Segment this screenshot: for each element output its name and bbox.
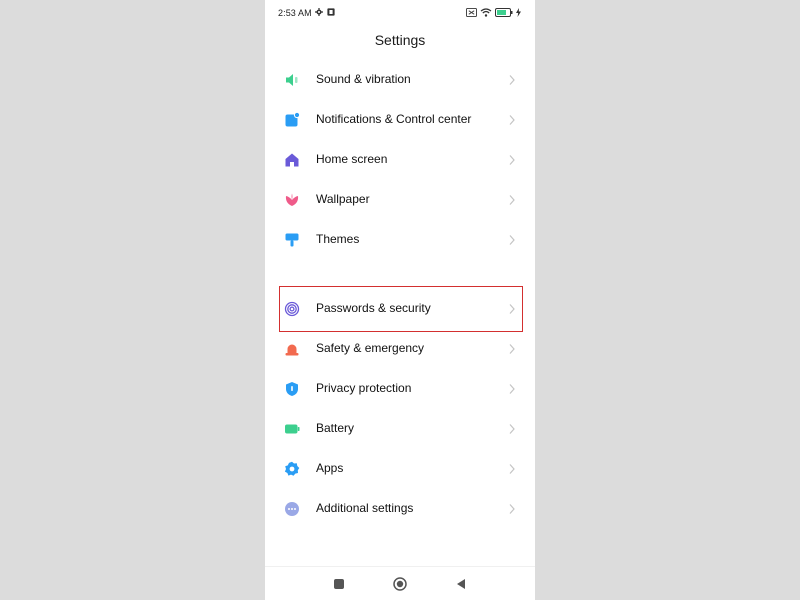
settings-item-label: Apps	[316, 461, 344, 475]
settings-item-themes[interactable]: Themes	[265, 220, 535, 260]
settings-item-privacy-protection[interactable]: Privacy protection	[265, 369, 535, 409]
back-triangle-icon[interactable]	[454, 577, 468, 591]
notification-icon	[285, 112, 300, 127]
fingerprint-icon	[284, 301, 300, 317]
battery-icon	[285, 424, 300, 434]
themes-brush-icon	[285, 233, 299, 247]
settings-item-home-screen[interactable]: Home screen	[265, 140, 535, 180]
battery-icon	[495, 8, 513, 17]
charging-icon	[516, 8, 521, 17]
home-icon	[285, 153, 299, 167]
siren-icon	[285, 344, 299, 356]
settings-item-label: Additional settings	[316, 501, 414, 515]
settings-item-battery[interactable]: Battery	[265, 409, 535, 449]
page-title: Settings	[374, 32, 426, 48]
chevron-right-icon	[509, 304, 515, 314]
status-bar: 2:53 AM	[265, 0, 535, 28]
settings-item-label: Themes	[316, 232, 360, 246]
status-right-icons	[466, 8, 521, 17]
chevron-right-icon	[509, 464, 515, 474]
chevron-right-icon	[509, 344, 515, 354]
sim-icon	[466, 8, 477, 17]
notification-square-icon	[327, 8, 335, 16]
settings-item-notifications[interactable]: Notifications & Control center	[265, 100, 535, 140]
home-circle-icon[interactable]	[393, 577, 407, 591]
apps-gear-icon	[284, 461, 300, 476]
settings-item-additional-settings[interactable]: Additional settings	[265, 489, 535, 529]
recents-square-icon[interactable]	[332, 577, 346, 591]
settings-item-label: Sound & vibration	[316, 72, 411, 86]
settings-item-label: Home screen	[316, 152, 388, 166]
wifi-icon	[480, 8, 492, 17]
settings-item-label: Privacy protection	[316, 381, 412, 395]
settings-item-label: Wallpaper	[316, 192, 370, 206]
settings-item-label: Safety & emergency	[316, 341, 425, 355]
chevron-right-icon	[509, 504, 515, 514]
settings-item-sound-vibration[interactable]: Sound & vibration	[265, 60, 535, 100]
chevron-right-icon	[509, 195, 515, 205]
navigation-bar	[265, 566, 535, 600]
privacy-shield-icon	[286, 382, 298, 396]
status-time: 2:53 AM	[278, 8, 312, 18]
settings-item-apps[interactable]: Apps	[265, 449, 535, 489]
status-left-icons	[315, 8, 335, 16]
more-dots-icon	[285, 502, 299, 516]
wallpaper-flower-icon	[285, 193, 299, 206]
chevron-right-icon	[509, 235, 515, 245]
chevron-right-icon	[509, 424, 515, 434]
chevron-right-icon	[509, 115, 515, 125]
settings-item-passwords-security[interactable]: Passwords & security	[265, 289, 535, 329]
settings-item-label: Passwords & security	[316, 301, 431, 315]
chevron-right-icon	[509, 75, 515, 85]
speaker-icon	[286, 74, 298, 86]
phone-screen: 2:53 AM Settings Sound & vibration Notif…	[265, 0, 535, 600]
chevron-right-icon	[509, 155, 515, 165]
settings-item-safety-emergency[interactable]: Safety & emergency	[265, 329, 535, 369]
gear-icon	[315, 8, 323, 16]
settings-item-label: Battery	[316, 421, 355, 435]
settings-item-wallpaper[interactable]: Wallpaper	[265, 180, 535, 220]
chevron-right-icon	[509, 384, 515, 394]
settings-item-label: Notifications & Control center	[316, 112, 472, 126]
